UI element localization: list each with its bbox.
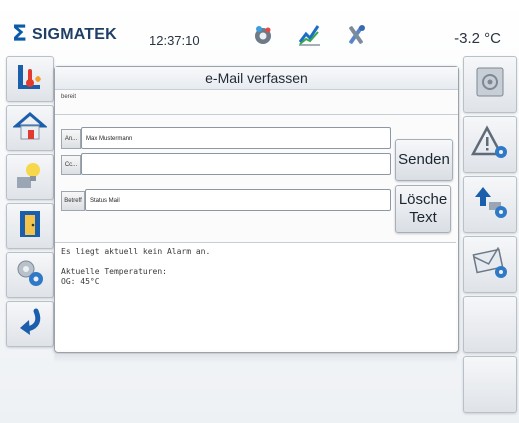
right-nav (463, 56, 519, 416)
nav-empty-button-1[interactable] (463, 296, 517, 353)
lightbulb-icon (14, 159, 46, 196)
body-line: Aktuelle Temperaturen: (61, 267, 167, 276)
gears-icon (14, 257, 46, 294)
nav-door-button[interactable] (6, 203, 54, 249)
temperature-readout: -3.2 °C (454, 30, 501, 47)
thermometer-icon (14, 61, 46, 98)
nav-email-settings-button[interactable] (463, 236, 517, 293)
message-body-textarea[interactable]: Es liegt aktuell kein Alarm an. Aktuelle… (55, 242, 456, 350)
warning-settings-icon (470, 124, 509, 165)
send-button[interactable]: Senden (395, 139, 453, 181)
back-arrow-icon (14, 306, 46, 343)
house-icon (11, 110, 49, 147)
cc-button[interactable]: Cc... (61, 155, 81, 175)
bottom-scroll-strip (54, 354, 457, 362)
delete-text-label-line1: Lösche (398, 191, 448, 208)
nav-alarm-settings-button[interactable] (463, 116, 517, 173)
nav-empty-button-2[interactable] (463, 356, 517, 413)
email-settings-icon (471, 244, 509, 285)
subject-field[interactable]: Status Mail (85, 189, 391, 211)
sigma-logo-icon: Σ (12, 22, 28, 47)
nav-upload-settings-button[interactable] (463, 176, 517, 233)
delete-text-button[interactable]: Lösche Text (395, 185, 451, 233)
body-blank-line (61, 257, 450, 267)
nav-back-button[interactable] (6, 301, 54, 347)
header-bar: Σ SIGMATEK 12:37:10 -3.2 °C (0, 18, 519, 54)
nav-temperature-button[interactable] (6, 56, 54, 102)
left-nav (6, 56, 54, 350)
nav-safe-button[interactable] (463, 56, 517, 113)
cc-field[interactable] (81, 153, 391, 175)
clock: 12:37:10 (149, 33, 200, 48)
logo-text: SIGMATEK (32, 26, 117, 43)
tools-icon[interactable] (343, 22, 369, 48)
panel-title: e-Mail verfassen (55, 67, 458, 90)
trend-chart-icon[interactable] (296, 22, 322, 48)
nav-settings-button[interactable] (6, 252, 54, 298)
to-button[interactable]: An... (61, 129, 81, 149)
door-icon (14, 208, 46, 245)
upload-settings-icon (471, 184, 509, 225)
gear-status-icon[interactable] (250, 22, 276, 48)
logo: Σ SIGMATEK (12, 24, 117, 46)
divider (55, 114, 458, 115)
status-text: bereit (61, 94, 77, 100)
subject-label: Betreff (61, 191, 85, 211)
body-line: Es liegt aktuell kein Alarm an. (61, 247, 211, 256)
email-panel: e-Mail verfassen bereit An... Max Muster… (54, 66, 459, 353)
nav-light-button[interactable] (6, 154, 54, 200)
body-line: OG: 45°C (61, 277, 100, 286)
nav-home-button[interactable] (6, 105, 54, 151)
safe-icon (472, 64, 508, 105)
hmi-screen: Σ SIGMATEK 12:37:10 -3.2 °C e-Mail verfa… (0, 0, 519, 423)
delete-text-label-line2: Text (409, 209, 437, 226)
to-field[interactable]: Max Mustermann (81, 127, 391, 149)
